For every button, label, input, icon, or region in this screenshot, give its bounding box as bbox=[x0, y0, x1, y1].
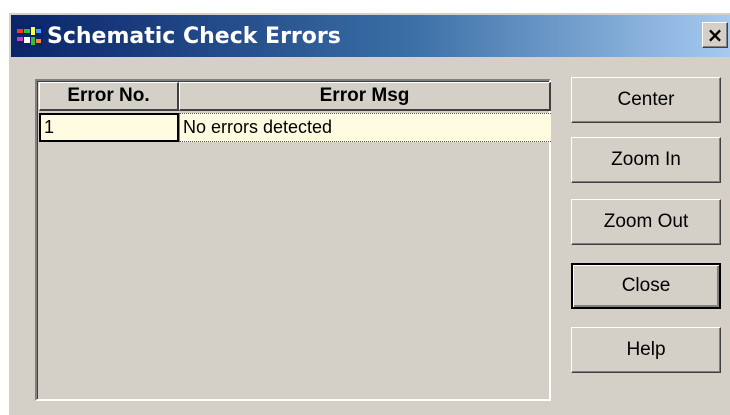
center-button[interactable]: Center bbox=[571, 77, 721, 123]
column-header-error-msg[interactable]: Error Msg bbox=[179, 82, 551, 111]
error-grid[interactable]: Error No. Error Msg 1 No errors detected bbox=[35, 79, 551, 401]
schematic-check-errors-dialog: Schematic Check Errors × Error No. Error… bbox=[8, 12, 730, 415]
title-bar[interactable]: Schematic Check Errors × bbox=[11, 15, 730, 57]
close-button[interactable]: Close bbox=[571, 263, 721, 309]
schematic-app-icon bbox=[15, 25, 43, 47]
close-icon: × bbox=[706, 23, 724, 47]
zoom-in-button[interactable]: Zoom In bbox=[571, 137, 721, 183]
close-window-button[interactable]: × bbox=[702, 22, 728, 48]
window-title: Schematic Check Errors bbox=[47, 23, 341, 49]
cell-error-msg[interactable]: No errors detected bbox=[179, 113, 551, 142]
cell-error-no[interactable]: 1 bbox=[39, 113, 179, 142]
help-button[interactable]: Help bbox=[571, 327, 721, 373]
zoom-out-button[interactable]: Zoom Out bbox=[571, 199, 721, 245]
column-header-error-no[interactable]: Error No. bbox=[39, 82, 179, 111]
